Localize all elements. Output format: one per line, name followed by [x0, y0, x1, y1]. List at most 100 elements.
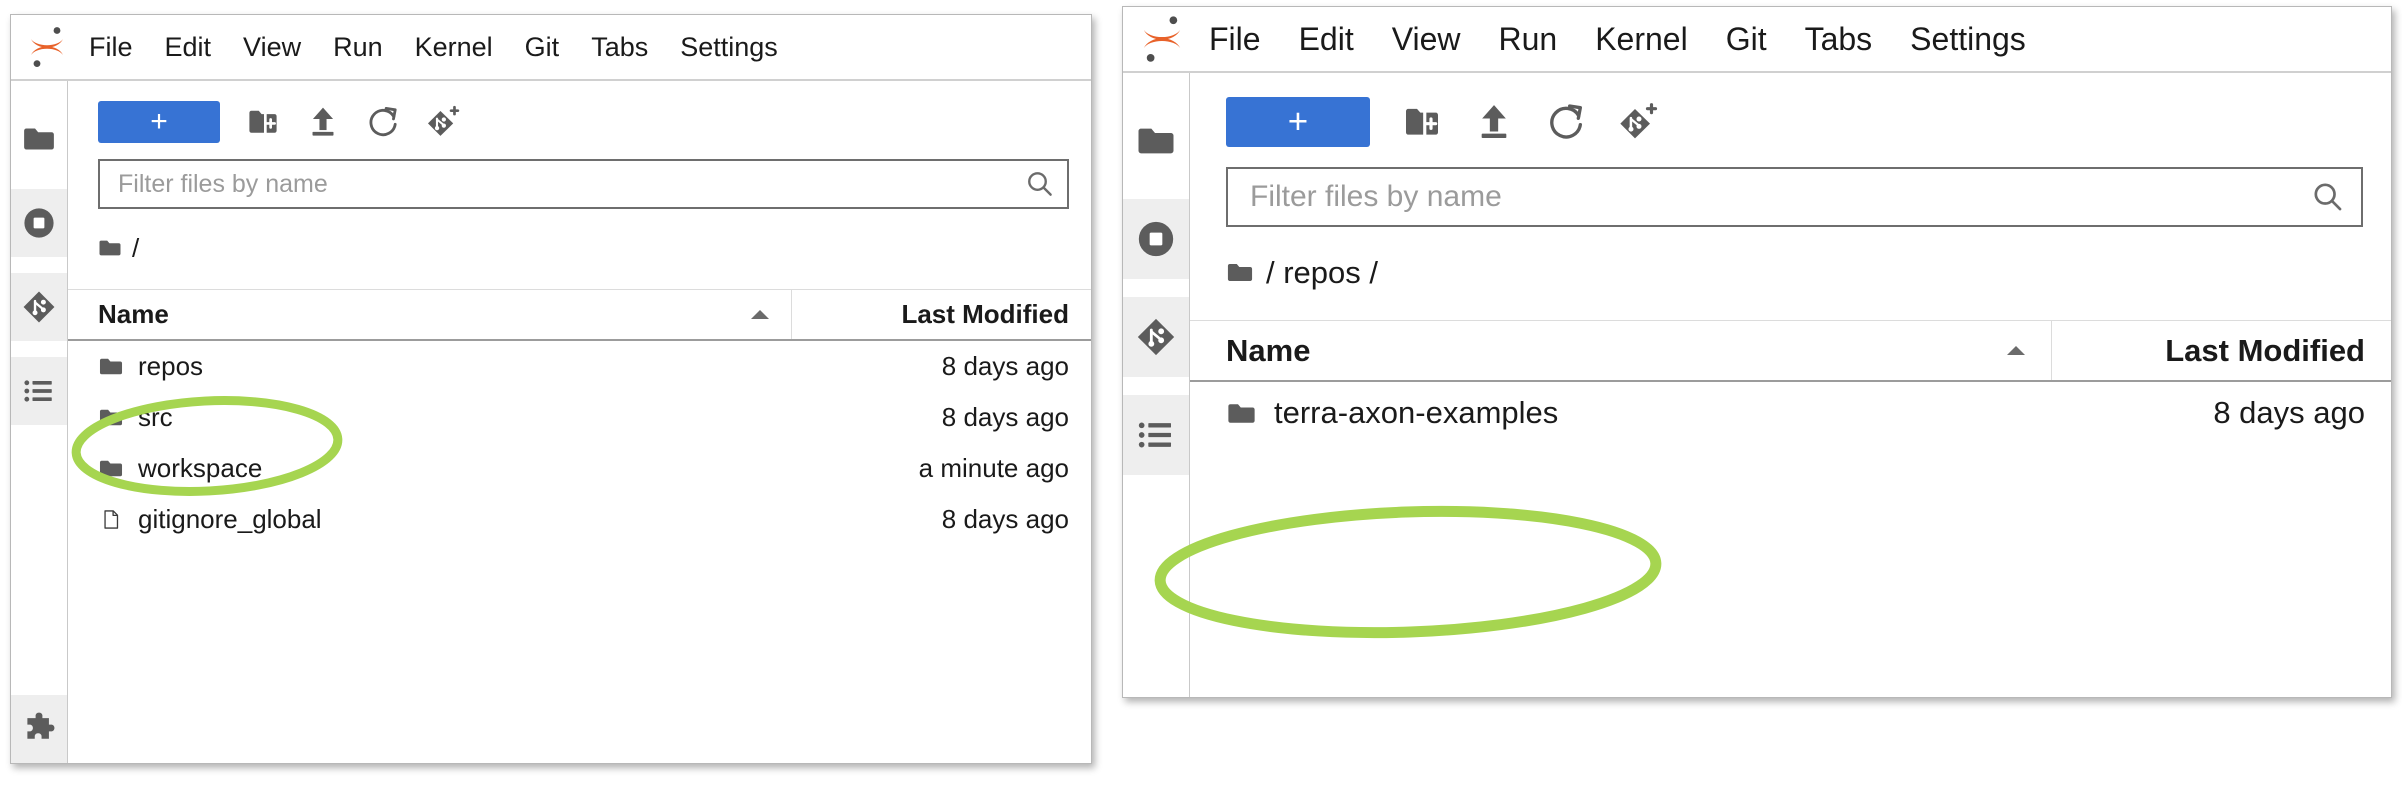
git-icon: [1136, 317, 1176, 357]
folder-icon: [22, 122, 56, 156]
menu-item-view[interactable]: View: [243, 32, 301, 63]
column-header-last-modified[interactable]: Last Modified: [2051, 321, 2391, 380]
sidebar-item-file-browser[interactable]: [1123, 101, 1189, 181]
table-row[interactable]: gitignore_global 8 days ago: [68, 494, 1091, 545]
sidebar-item-git-panel[interactable]: [1123, 297, 1189, 377]
git-icon: [22, 290, 56, 324]
folder-icon: [98, 407, 124, 428]
menu-item-git[interactable]: Git: [1726, 21, 1767, 58]
search-input[interactable]: [1248, 179, 2311, 215]
column-header-name[interactable]: Name: [68, 290, 791, 339]
folder-icon: [98, 356, 124, 377]
menu-item-kernel[interactable]: Kernel: [415, 32, 493, 63]
table-row[interactable]: repos 8 days ago: [68, 341, 1091, 392]
column-header-last-modified-label: Last Modified: [901, 299, 1069, 329]
menu-item-settings[interactable]: Settings: [1910, 21, 2026, 58]
sidebar-item-extension-manager[interactable]: [11, 695, 67, 763]
new-launcher-button[interactable]: +: [1226, 97, 1370, 147]
refresh-file-list-button[interactable]: [366, 105, 400, 139]
folder-icon: [98, 458, 124, 479]
breadcrumb[interactable]: / repos /: [1226, 247, 2391, 298]
list-icon: [1136, 415, 1176, 455]
column-header-last-modified[interactable]: Last Modified: [791, 290, 1091, 339]
new-folder-button[interactable]: [246, 105, 280, 139]
git-clone-icon: [1618, 102, 1658, 142]
folder-icon: [1226, 401, 1257, 426]
jupyterlab-window-after: File Edit View Run Kernel Git Tabs Settings +: [1122, 6, 2392, 698]
file-list-right: terra-axon-examples 8 days ago: [1190, 382, 2391, 697]
sidebar-item-table-of-contents[interactable]: [1123, 395, 1189, 475]
file-name-label: repos: [138, 351, 204, 381]
refresh-icon: [366, 105, 400, 139]
folder-icon: [1226, 261, 1254, 284]
menu-item-file[interactable]: File: [89, 32, 133, 63]
sidebar-item-git-panel[interactable]: [11, 273, 67, 341]
filter-box-left[interactable]: [98, 159, 1069, 209]
menu-bar-left: File Edit View Run Kernel Git Tabs Settings: [11, 15, 1091, 81]
file-browser-toolbar-right: +: [1190, 73, 2391, 147]
folder-icon: [98, 238, 122, 258]
sidebar-item-running-terminals-and-kernels[interactable]: [11, 189, 67, 257]
filter-box-right[interactable]: [1226, 167, 2363, 227]
git-clone-icon: [426, 105, 460, 139]
file-name-cell: repos: [68, 351, 769, 382]
file-name-cell: gitignore_global: [68, 504, 769, 535]
menu-item-tabs[interactable]: Tabs: [1805, 21, 1873, 58]
menu-items-right: File Edit View Run Kernel Git Tabs Settings: [1209, 21, 2026, 58]
menu-items-left: File Edit View Run Kernel Git Tabs Settings: [89, 32, 778, 63]
file-name-label: src: [138, 402, 173, 432]
upload-files-button[interactable]: [1474, 102, 1514, 142]
jupyter-logo-icon: [1139, 14, 1185, 64]
table-row[interactable]: workspace a minute ago: [68, 443, 1091, 494]
new-folder-button[interactable]: [1402, 102, 1442, 142]
file-name-cell: workspace: [68, 453, 769, 484]
menu-item-file[interactable]: File: [1209, 21, 1261, 58]
sidebar-item-running-terminals-and-kernels[interactable]: [1123, 199, 1189, 279]
menu-item-view[interactable]: View: [1392, 21, 1461, 58]
sort-ascending-icon[interactable]: [2007, 346, 2025, 355]
search-input[interactable]: [116, 168, 1025, 200]
search-icon[interactable]: [2311, 180, 2345, 214]
menu-item-settings[interactable]: Settings: [680, 32, 778, 63]
new-folder-icon: [246, 105, 280, 139]
menu-item-run[interactable]: Run: [333, 32, 383, 63]
file-last-modified: a minute ago: [918, 453, 1069, 483]
sort-ascending-icon[interactable]: [751, 310, 769, 319]
menu-item-edit[interactable]: Edit: [165, 32, 212, 63]
list-icon: [22, 374, 56, 408]
git-clone-button[interactable]: [426, 105, 460, 139]
puzzle-icon: [22, 712, 56, 746]
breadcrumb[interactable]: /: [98, 225, 1091, 271]
left-sidebar-rail-left: [11, 81, 68, 763]
file-browser-left: + /: [68, 81, 1091, 763]
file-last-modified: 8 days ago: [941, 402, 1069, 432]
menu-item-edit[interactable]: Edit: [1299, 21, 1354, 58]
git-clone-button[interactable]: [1618, 102, 1658, 142]
column-header-name[interactable]: Name: [1190, 321, 2051, 380]
sidebar-item-table-of-contents[interactable]: [11, 357, 67, 425]
upload-icon: [306, 105, 340, 139]
jupyterlab-window-before: File Edit View Run Kernel Git Tabs Settings +: [10, 14, 1092, 764]
folder-icon: [1136, 121, 1176, 161]
upload-files-button[interactable]: [306, 105, 340, 139]
new-launcher-button[interactable]: +: [98, 101, 220, 143]
column-header-name-label: Name: [98, 299, 169, 329]
stop-circle-icon: [22, 206, 56, 240]
menu-item-git[interactable]: Git: [525, 32, 560, 63]
menu-item-run[interactable]: Run: [1498, 21, 1557, 58]
menu-item-tabs[interactable]: Tabs: [591, 32, 648, 63]
sidebar-item-file-browser[interactable]: [11, 105, 67, 173]
search-icon[interactable]: [1025, 169, 1055, 199]
table-row[interactable]: src 8 days ago: [68, 392, 1091, 443]
menu-item-kernel[interactable]: Kernel: [1595, 21, 1688, 58]
breadcrumb-path: / repos /: [1266, 254, 1378, 290]
file-icon: [98, 509, 124, 530]
file-last-modified: 8 days ago: [941, 504, 1069, 534]
file-table-header-right: Name Last Modified: [1190, 320, 2391, 382]
file-name-cell: src: [68, 402, 769, 433]
refresh-file-list-button[interactable]: [1546, 102, 1586, 142]
table-row[interactable]: terra-axon-examples 8 days ago: [1190, 382, 2391, 444]
screenshot-canvas: File Edit View Run Kernel Git Tabs Settings +: [0, 0, 2402, 786]
body-area-left: + /: [11, 81, 1091, 763]
refresh-icon: [1546, 102, 1586, 142]
